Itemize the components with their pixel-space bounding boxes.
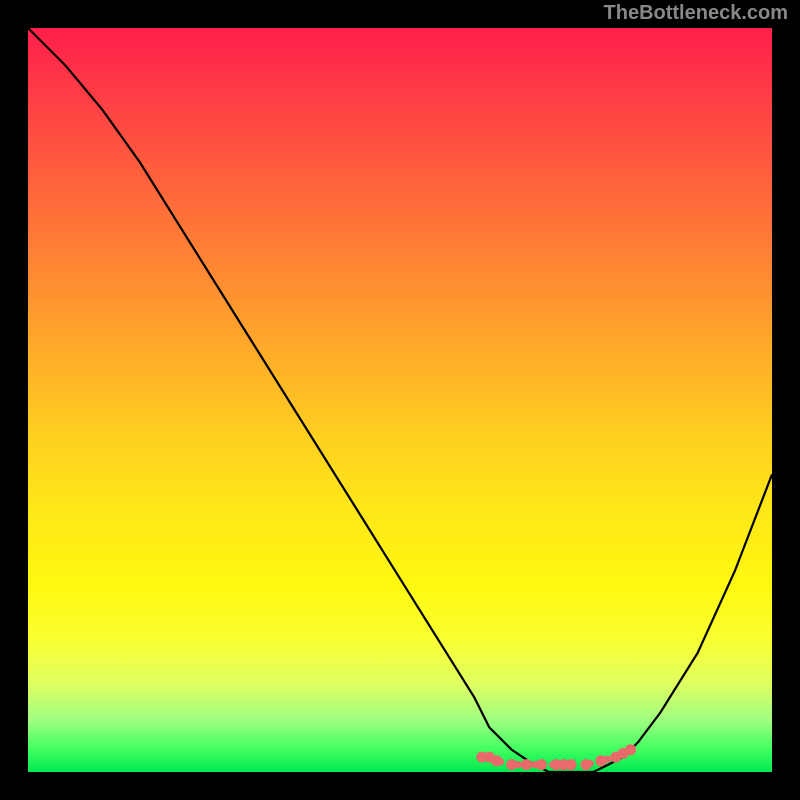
optimal-marker-dot xyxy=(491,755,502,766)
optimal-marker-dot xyxy=(595,755,606,766)
optimal-marker-dot xyxy=(506,759,517,770)
optimal-marker-dot xyxy=(581,759,592,770)
chart-svg xyxy=(28,28,772,772)
optimal-markers xyxy=(476,744,636,770)
optimal-marker-dot xyxy=(536,759,547,770)
watermark-text: TheBottleneck.com xyxy=(604,2,788,25)
optimal-marker-dot xyxy=(625,744,636,755)
optimal-marker-dot xyxy=(566,759,577,770)
plot-area xyxy=(28,28,772,772)
bottleneck-curve xyxy=(28,28,772,772)
optimal-marker-dot xyxy=(521,759,532,770)
